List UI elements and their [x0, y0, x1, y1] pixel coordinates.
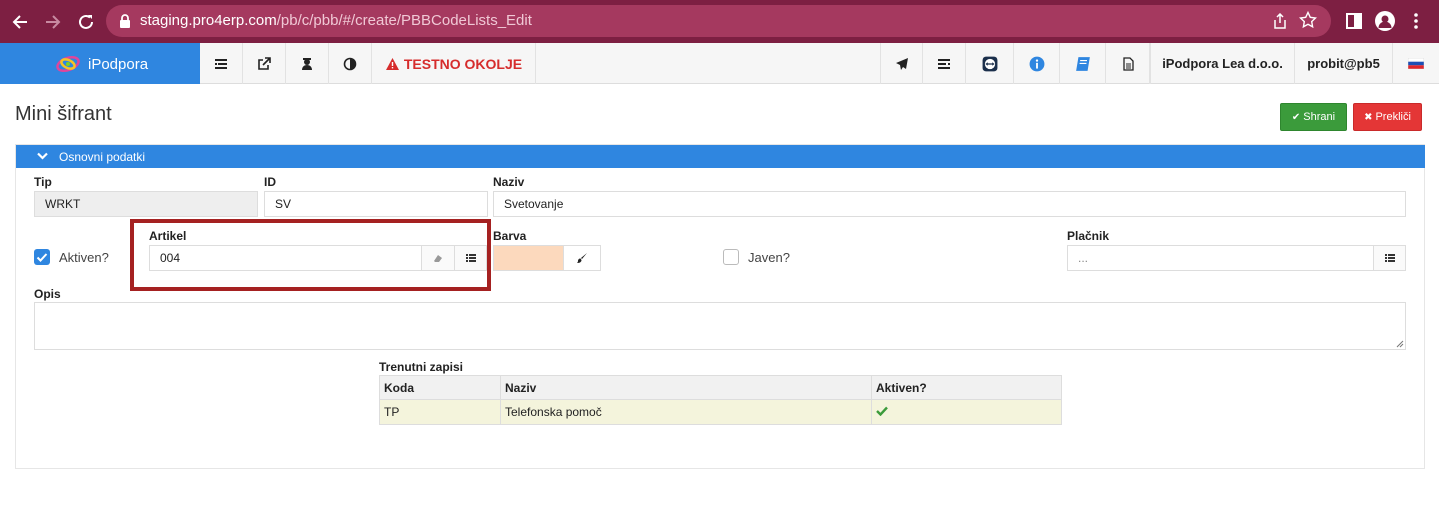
contrast-icon: [343, 57, 357, 70]
javen-checkbox[interactable]: [723, 249, 739, 265]
manual-button[interactable]: [1060, 43, 1106, 84]
panel-header[interactable]: Osnovni podatki: [16, 145, 1425, 168]
opis-label: Opis: [34, 287, 61, 301]
url-host: staging.pro4erp.com: [140, 12, 277, 29]
warning-icon: [385, 57, 399, 70]
artikel-field[interactable]: 004: [149, 245, 422, 271]
placnik-field[interactable]: ...: [1067, 245, 1374, 271]
table-header-row: Koda Naziv Aktiven?: [379, 375, 1062, 400]
opis-textarea[interactable]: [34, 302, 1406, 350]
check-icon: [876, 406, 888, 417]
star-icon[interactable]: [1299, 11, 1317, 29]
check-icon: ✔: [1291, 111, 1301, 123]
forward-arrow-icon[interactable]: [41, 10, 65, 34]
ipodpora-logo-icon: [56, 55, 80, 73]
tasks-icon: [938, 58, 950, 69]
save-label: Shrani: [1303, 111, 1336, 123]
artikel-label: Artikel: [149, 229, 187, 243]
external-link-icon: [258, 56, 271, 70]
naziv-field[interactable]: Svetovanje: [493, 191, 1406, 217]
placnik-label: Plačnik: [1067, 229, 1110, 243]
tip-label: Tip: [34, 175, 52, 189]
test-environment-label: TESTNO OKOLJE: [403, 55, 523, 72]
aktiven-label: Aktiven?: [59, 250, 109, 265]
records-title: Trenutni zapisi: [379, 360, 464, 374]
external-link-button[interactable]: [243, 43, 286, 84]
reload-icon[interactable]: [74, 10, 98, 34]
aktiven-checkbox[interactable]: [34, 249, 50, 265]
info-button[interactable]: [1014, 43, 1060, 84]
contrast-button[interactable]: [329, 43, 372, 84]
id-field[interactable]: SV: [264, 191, 488, 217]
records-table: Koda Naziv Aktiven? TP Telefonska pomoč: [379, 375, 1062, 425]
id-label: ID: [264, 175, 276, 189]
list-icon: [1384, 254, 1395, 262]
share-icon[interactable]: [1273, 13, 1287, 29]
chevron-down-icon: [37, 152, 48, 160]
back-arrow-icon[interactable]: [8, 10, 32, 34]
cell-aktiven: [871, 399, 1062, 425]
brand[interactable]: iPodpora: [0, 43, 200, 84]
col-koda[interactable]: Koda: [379, 375, 501, 400]
document-icon: [1122, 56, 1134, 71]
document-button[interactable]: [1106, 43, 1150, 84]
list-icon: [215, 58, 227, 69]
test-environment-badge: TESTNO OKOLJE: [372, 43, 536, 84]
send-button[interactable]: [880, 43, 923, 84]
save-button[interactable]: ✔ Shrani: [1280, 103, 1347, 131]
app-navbar: iPodpora TESTNO OKOLJE iPodpora Lea d.o.…: [0, 43, 1439, 84]
teamviewer-icon: [982, 56, 997, 71]
naziv-label: Naziv: [493, 175, 525, 189]
cancel-label: Prekliči: [1375, 111, 1411, 123]
resize-grip-icon[interactable]: [1396, 340, 1404, 348]
eraser-icon: [434, 255, 442, 262]
cell-koda: TP: [379, 399, 501, 425]
teamviewer-button[interactable]: [966, 43, 1014, 84]
user-secret-icon: [302, 57, 312, 70]
list-icon: [465, 254, 476, 262]
color-picker-button[interactable]: [563, 245, 601, 271]
side-panel-icon[interactable]: [1346, 13, 1362, 29]
info-icon: [1029, 56, 1044, 71]
close-icon: ✖: [1364, 111, 1373, 123]
lock-icon: [120, 14, 130, 28]
color-swatch[interactable]: [493, 245, 564, 271]
book-icon: [1075, 56, 1090, 71]
barva-label: Barva: [493, 229, 527, 243]
brand-name: iPodpora: [88, 56, 149, 73]
checkmark-icon: [36, 253, 48, 262]
javen-label: Javen?: [748, 250, 790, 265]
placnik-list-button[interactable]: [1373, 245, 1406, 271]
page-title: Mini šifrant: [15, 103, 112, 125]
col-naziv[interactable]: Naziv: [500, 375, 872, 400]
browser-chrome: staging.pro4erp.com/pb/c/pbb/#/create/PB…: [0, 0, 1439, 43]
kebab-menu-icon[interactable]: [1413, 12, 1419, 30]
table-row[interactable]: TP Telefonska pomoč: [379, 399, 1062, 425]
language-button[interactable]: [1392, 43, 1439, 84]
artikel-clear-button[interactable]: [421, 245, 455, 271]
cancel-button[interactable]: ✖ Prekliči: [1353, 103, 1422, 131]
panel-title: Osnovni podatki: [59, 150, 146, 164]
list-menu-button[interactable]: [200, 43, 243, 84]
paint-brush-icon: [577, 253, 587, 263]
cell-naziv: Telefonska pomoč: [500, 399, 872, 425]
tasks-button[interactable]: [923, 43, 966, 84]
url-path: /pb/c/pbb/#/create/PBBCodeLists_Edit: [276, 12, 532, 29]
paper-plane-icon: [895, 57, 908, 70]
address-bar[interactable]: staging.pro4erp.com/pb/c/pbb/#/create/PB…: [106, 5, 1331, 37]
artikel-list-button[interactable]: [454, 245, 487, 271]
url-text: staging.pro4erp.com/pb/c/pbb/#/create/PB…: [140, 12, 532, 29]
company-name[interactable]: iPodpora Lea d.o.o.: [1150, 43, 1294, 84]
profile-avatar[interactable]: [1375, 11, 1395, 31]
user-name[interactable]: probit@pb5: [1294, 43, 1392, 84]
slovenia-flag-icon: [1408, 58, 1424, 69]
user-secret-button[interactable]: [286, 43, 329, 84]
col-aktiven[interactable]: Aktiven?: [871, 375, 1062, 400]
tip-field: WRKT: [34, 191, 258, 217]
